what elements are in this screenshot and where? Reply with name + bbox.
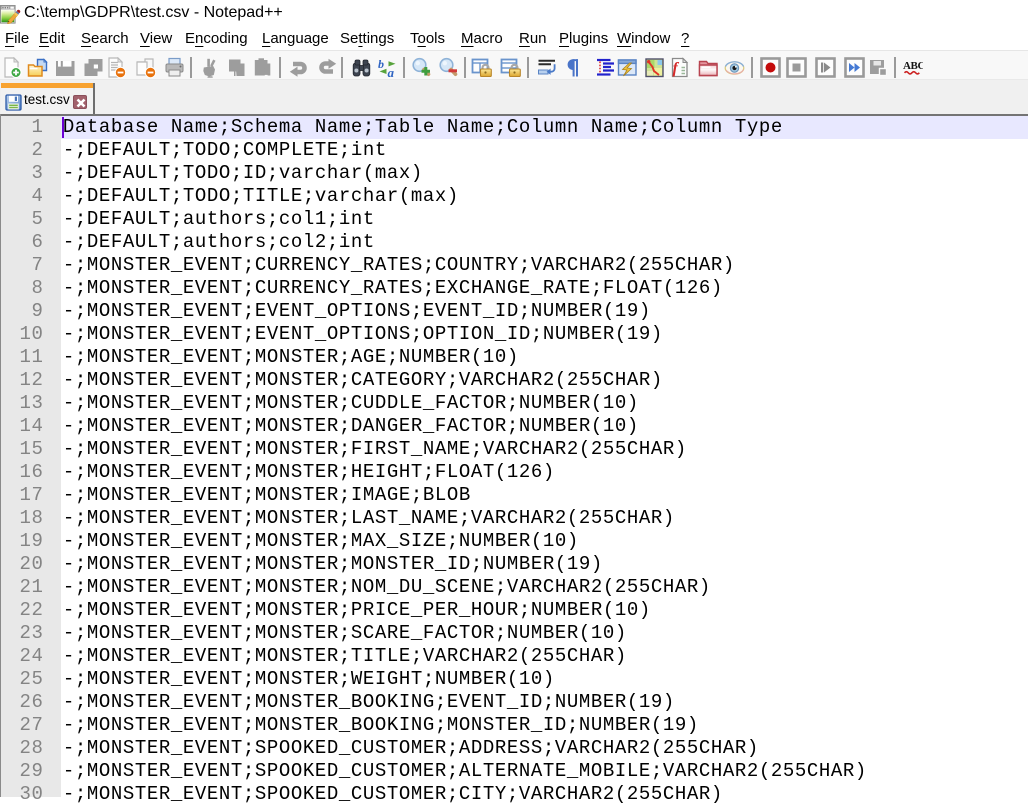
svg-text:b: b <box>378 57 384 71</box>
svg-text:ABC: ABC <box>903 60 923 72</box>
svg-text:a: a <box>388 65 395 78</box>
